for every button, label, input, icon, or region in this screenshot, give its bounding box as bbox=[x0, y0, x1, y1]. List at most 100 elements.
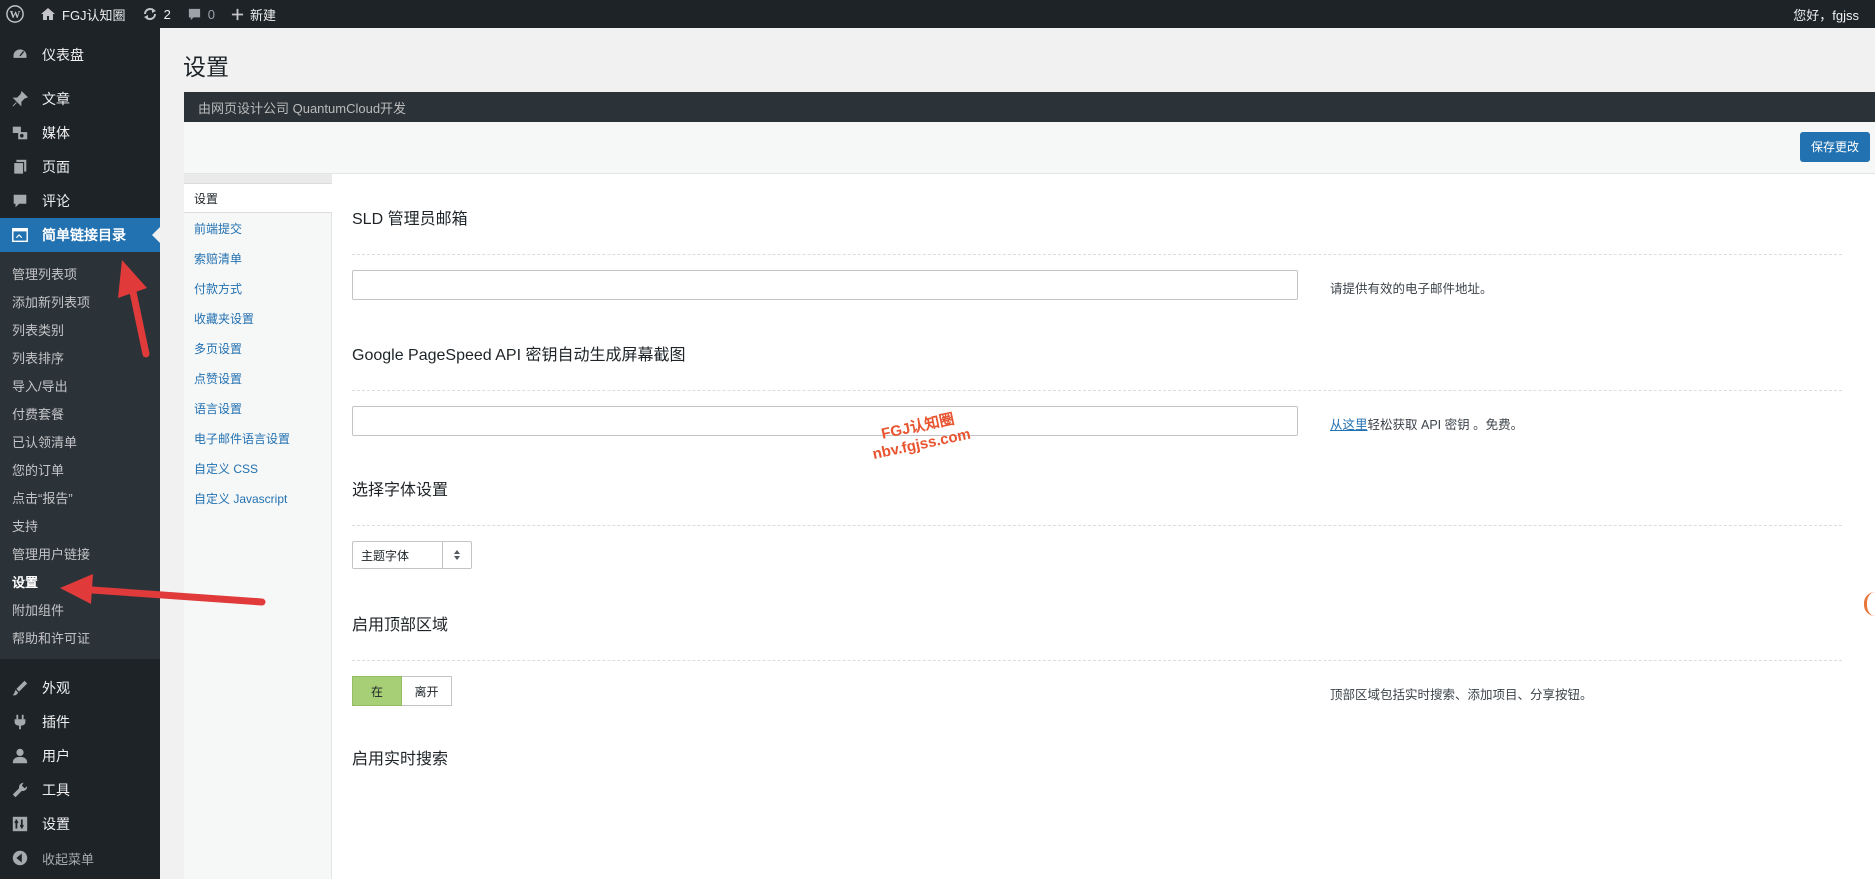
plus-icon bbox=[231, 8, 244, 20]
submenu-item[interactable]: 附加组件 bbox=[0, 595, 160, 623]
submenu-item[interactable]: 付费套餐 bbox=[0, 399, 160, 427]
collapse-label: 收起菜单 bbox=[42, 851, 95, 867]
comments-count: 0 bbox=[207, 6, 216, 22]
menu-appearance[interactable]: 外观 bbox=[0, 671, 160, 705]
new-content-link[interactable]: 新建 bbox=[223, 0, 284, 28]
menu-posts[interactable]: 文章 bbox=[0, 82, 160, 116]
section-top-area: 启用顶部区域 在 离开 顶部区域包括实时搜索、添加项目、分享按钮。 bbox=[352, 616, 1842, 706]
greeting: 您好，fgjss bbox=[1793, 7, 1859, 23]
pagespeed-api-key-input[interactable] bbox=[352, 406, 1298, 436]
menu-settings[interactable]: 设置 bbox=[0, 807, 160, 841]
admin-email-input[interactable] bbox=[352, 270, 1298, 300]
tab-frontend-submission[interactable]: 前端提交 bbox=[184, 213, 331, 243]
submenu-item[interactable]: 列表排序 bbox=[0, 343, 160, 371]
font-select-value: 主题字体 bbox=[361, 548, 410, 563]
tab-multipage[interactable]: 多页设置 bbox=[184, 333, 331, 363]
submenu-item[interactable]: 您的订单 bbox=[0, 455, 160, 483]
separator bbox=[352, 390, 1842, 391]
menu-simple-link-directory[interactable]: 简单链接目录 bbox=[0, 218, 160, 252]
settings-tabs: 设置 前端提交 索赔清单 付款方式 收藏夹设置 多页设置 点赞设置 语言设置 电… bbox=[184, 174, 332, 879]
new-label: 新建 bbox=[250, 7, 277, 23]
brush-icon bbox=[10, 678, 30, 698]
toggle-on-button[interactable]: 在 bbox=[352, 676, 402, 706]
comment-icon bbox=[10, 191, 30, 211]
site-name-link[interactable]: FGJ认知圈 bbox=[32, 0, 134, 28]
menu-dashboard[interactable]: 仪表盘 bbox=[0, 38, 160, 72]
updates-icon bbox=[143, 8, 156, 20]
submenu-item[interactable]: 支持 bbox=[0, 511, 160, 539]
scroll-to-top-icon[interactable] bbox=[1864, 592, 1875, 616]
menu-label: 外观 bbox=[42, 680, 70, 696]
submenu-item[interactable]: 列表类别 bbox=[0, 315, 160, 343]
pagespeed-help: 从这里轻松获取 API 密钥 。免费。 bbox=[1330, 414, 1523, 433]
submenu-item-settings[interactable]: 设置 bbox=[0, 567, 160, 595]
collapse-icon bbox=[10, 848, 30, 868]
tab-payment[interactable]: 付款方式 bbox=[184, 273, 331, 303]
vendor-text: 由网页设计公司 QuantumCloud开发 bbox=[198, 100, 407, 116]
save-changes-button[interactable]: 保存更改 bbox=[1799, 132, 1870, 162]
collapse-menu-button[interactable]: 收起菜单 bbox=[0, 841, 160, 875]
submenu-item[interactable]: 帮助和许可证 bbox=[0, 623, 160, 651]
submenu: 管理列表项 添加新列表项 列表类别 列表排序 导入/导出 付费套餐 已认领清单 … bbox=[0, 252, 160, 659]
directory-icon bbox=[10, 225, 30, 245]
menu-label: 页面 bbox=[42, 159, 70, 175]
section-admin-email: SLD 管理员邮箱 请提供有效的电子邮件地址。 bbox=[352, 210, 1842, 300]
comments-link[interactable]: 0 bbox=[179, 0, 223, 28]
settings-icon bbox=[10, 814, 30, 834]
tab-language[interactable]: 语言设置 bbox=[184, 393, 331, 423]
section-live-search: 启用实时搜索 bbox=[352, 750, 1842, 770]
separator bbox=[352, 254, 1842, 255]
save-strip: 保存更改 bbox=[184, 122, 1875, 174]
menu-label: 设置 bbox=[42, 816, 70, 832]
menu-label: 仪表盘 bbox=[42, 47, 84, 63]
home-icon bbox=[41, 8, 55, 20]
admin-sidebar: 仪表盘 文章 媒体 页面 评论 简单链接目录 管理列表项 添加新列表项 列表类别… bbox=[0, 28, 160, 879]
dashboard-icon bbox=[10, 45, 30, 65]
updates-link[interactable]: 2 bbox=[134, 0, 179, 28]
menu-pages[interactable]: 页面 bbox=[0, 150, 160, 184]
submenu-item[interactable]: 管理列表项 bbox=[0, 259, 160, 287]
pin-icon bbox=[10, 89, 30, 109]
tab-custom-css[interactable]: 自定义 CSS bbox=[184, 453, 331, 483]
page-title: 设置 bbox=[183, 54, 229, 80]
menu-label: 评论 bbox=[42, 193, 70, 209]
submenu-item[interactable]: 已认领清单 bbox=[0, 427, 160, 455]
menu-label: 插件 bbox=[42, 714, 70, 730]
user-icon bbox=[10, 746, 30, 766]
svg-text:W: W bbox=[10, 9, 21, 21]
menu-tools[interactable]: 工具 bbox=[0, 773, 160, 807]
section-pagespeed: Google PageSpeed API 密钥自动生成屏幕截图 从这里轻松获取 … bbox=[352, 346, 1842, 436]
plugin-icon bbox=[10, 712, 30, 732]
wordpress-logo-button[interactable]: W bbox=[0, 0, 32, 28]
submenu-item[interactable]: 点击“报告” bbox=[0, 483, 160, 511]
tab-claim-listing[interactable]: 索赔清单 bbox=[184, 243, 331, 273]
menu-media[interactable]: 媒体 bbox=[0, 116, 160, 150]
menu-label: 媒体 bbox=[42, 125, 70, 141]
tab-upvote[interactable]: 点赞设置 bbox=[184, 363, 331, 393]
tab-custom-javascript[interactable]: 自定义 Javascript bbox=[184, 483, 331, 513]
submenu-item[interactable]: 管理用户链接 bbox=[0, 539, 160, 567]
section-title: 选择字体设置 bbox=[352, 482, 449, 499]
menu-users[interactable]: 用户 bbox=[0, 739, 160, 773]
wrench-icon bbox=[10, 780, 30, 800]
submenu-item[interactable]: 添加新列表项 bbox=[0, 287, 160, 315]
my-account-link[interactable]: 您好，fgjss bbox=[1785, 0, 1867, 28]
menu-plugins[interactable]: 插件 bbox=[0, 705, 160, 739]
submenu-item[interactable]: 导入/导出 bbox=[0, 371, 160, 399]
content-area: 设置 由网页设计公司 QuantumCloud开发 保存更改 设置 前端提交 索… bbox=[160, 28, 1875, 879]
menu-label: 文章 bbox=[42, 91, 70, 107]
tab-email-language[interactable]: 电子邮件语言设置 bbox=[184, 423, 331, 453]
menu-label: 用户 bbox=[42, 748, 70, 764]
comment-icon bbox=[188, 8, 200, 20]
font-select[interactable]: 主题字体 bbox=[352, 541, 472, 569]
tab-settings[interactable]: 设置 bbox=[184, 183, 332, 213]
section-title: 启用顶部区域 bbox=[352, 617, 449, 634]
top-area-help: 顶部区域包括实时搜索、添加项目、分享按钮。 bbox=[1330, 688, 1593, 702]
admin-bar: W FGJ认知圈 2 0 新建 您好，fgjss bbox=[0, 0, 1875, 28]
menu-comments[interactable]: 评论 bbox=[0, 184, 160, 218]
tab-favorites[interactable]: 收藏夹设置 bbox=[184, 303, 331, 333]
get-api-key-link[interactable]: 从这里 bbox=[1330, 418, 1368, 432]
separator bbox=[352, 660, 1842, 661]
toggle-off-button[interactable]: 离开 bbox=[402, 676, 452, 706]
menu-label: 简单链接目录 bbox=[42, 227, 126, 243]
